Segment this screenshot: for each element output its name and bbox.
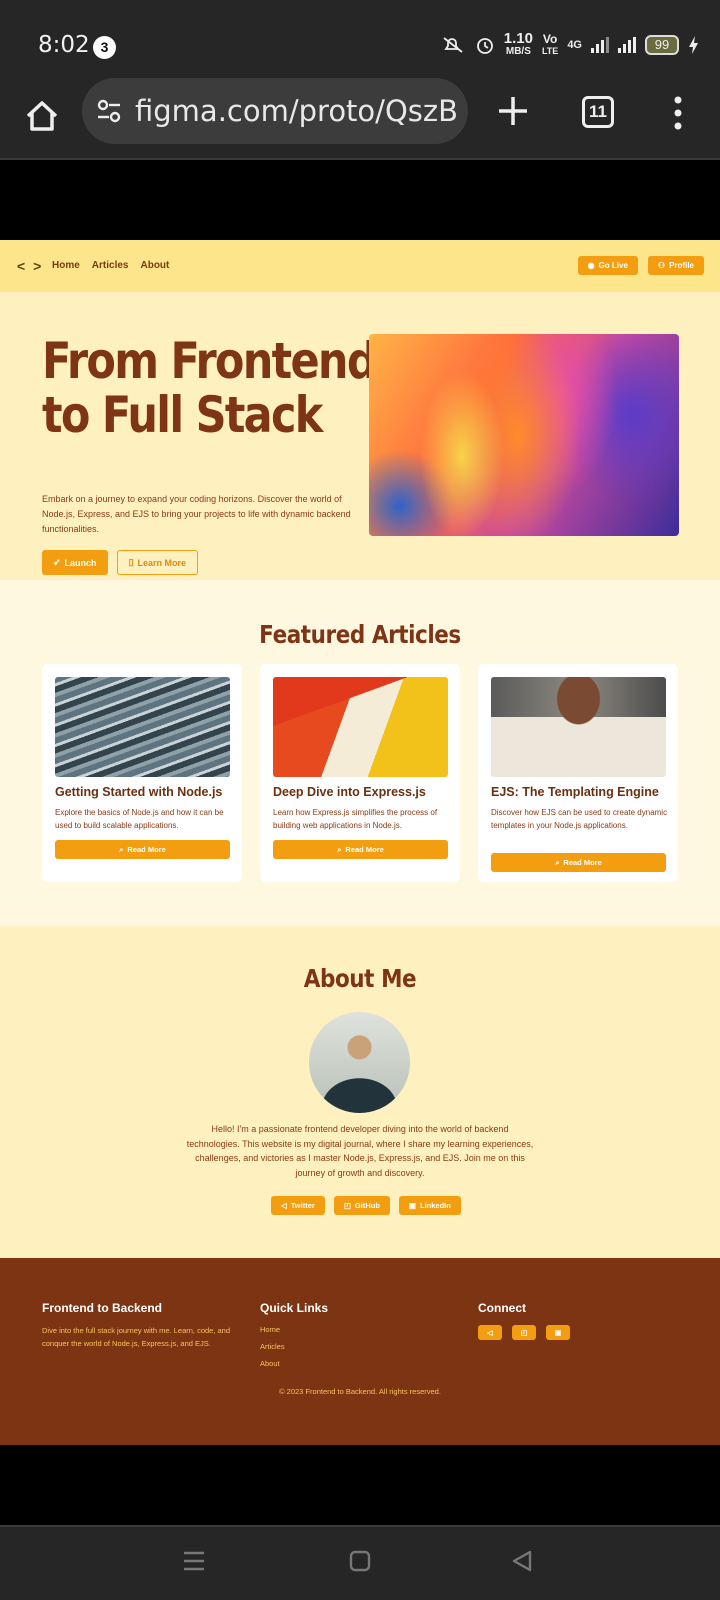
broadcast-icon: ◉ [587, 261, 595, 270]
mute-icon [443, 37, 463, 53]
article-description: Explore the basics of Node.js and how it… [55, 808, 224, 830]
footer-link-home[interactable]: Home [260, 1325, 328, 1334]
article-description: Discover how EJS can be used to create d… [491, 808, 668, 830]
hero-description: Embark on a journey to expand your codin… [42, 494, 351, 534]
go-live-button[interactable]: ◉ Go Live [577, 256, 638, 275]
search-icon: ⌕ [119, 844, 124, 854]
github-icon[interactable]: ◰ [512, 1325, 536, 1340]
profile-button[interactable]: ⚇ Profile [647, 256, 704, 275]
new-tab-icon[interactable] [496, 94, 530, 128]
article-image-newspaper [491, 677, 666, 777]
prototype-letterbox-top [0, 160, 720, 240]
linkedin-icon: ▣ [408, 1201, 416, 1210]
home-button-icon[interactable] [349, 1549, 371, 1573]
linkedin-icon[interactable]: ▣ [546, 1325, 570, 1340]
twitter-icon[interactable]: ◁ [478, 1325, 502, 1340]
signal-icon [591, 37, 609, 53]
site-footer: Frontend to Backend Dive into the full s… [0, 1258, 720, 1445]
user-icon: ⚇ [657, 261, 666, 270]
status-icons: 1.10 MB/S Vo LTE 4G 99 [440, 30, 700, 58]
footer-links-title: Quick Links [260, 1301, 329, 1315]
nav-link-articles[interactable]: Articles [92, 260, 129, 271]
article-image-water [55, 677, 230, 777]
status-time: 8:02 [38, 32, 90, 58]
address-bar[interactable]: figma.com/proto/QszB [82, 78, 468, 144]
nav-link-home[interactable]: Home [52, 260, 80, 271]
article-title[interactable]: Deep Dive into Express.js [273, 785, 453, 799]
prototype-page: < > Home Articles About ◉ Go Live ⚇ Profil… [0, 240, 720, 1445]
article-card: Getting Started with Node.js Explore the… [42, 664, 242, 882]
footer-link-about[interactable]: About [260, 1359, 328, 1368]
read-more-button[interactable]: ⌕ Read More [55, 840, 230, 859]
article-description: Learn how Express.js simplifies the proc… [273, 808, 438, 830]
footer-brand-desc: Dive into the full stack journey with me… [42, 1326, 231, 1348]
copyright: © 2023 Frontend to Backend. All rights r… [279, 1387, 441, 1396]
article-card: EJS: The Templating Engine Discover how … [478, 664, 678, 882]
nav-buttons: ◉ Go Live ⚇ Profile [577, 256, 704, 275]
hero-title: From Frontend to Full Stack [42, 332, 378, 444]
article-image-poster [273, 677, 448, 777]
footer-connect-title: Connect [478, 1301, 526, 1315]
search-icon: ⌕ [555, 857, 560, 867]
search-icon: ⌕ [337, 844, 342, 854]
footer-brand: Frontend to Backend Dive into the full s… [42, 1301, 242, 1350]
article-card: Deep Dive into Express.js Learn how Expr… [260, 664, 460, 882]
launch-button[interactable]: ➶ Launch [42, 550, 108, 575]
site-settings-icon[interactable] [96, 98, 122, 124]
system-navigation-bar [0, 1525, 720, 1600]
more-menu-icon[interactable] [674, 96, 682, 130]
home-icon[interactable] [22, 96, 62, 136]
hero-section: From Frontend to Full Stack Embark on a j… [0, 292, 720, 580]
url-text[interactable]: figma.com/proto/QszB [135, 94, 457, 128]
footer-quick-links: Quick Links Home Articles About [260, 1301, 328, 1376]
nav-links: Home Articles About [52, 260, 169, 271]
featured-articles-section: Featured Articles Getting Started with N… [0, 580, 720, 926]
learn-more-button[interactable]: ▯ Learn More [116, 550, 199, 575]
book-icon: ▯ [128, 557, 134, 567]
network-type: 4G [567, 39, 582, 51]
signal-icon-2 [618, 37, 636, 53]
nav-link-about[interactable]: About [140, 260, 169, 271]
notification-count-badge: 3 [93, 36, 116, 59]
site-navbar: < > Home Articles About ◉ Go Live ⚇ Profil… [0, 240, 720, 292]
footer-connect: Connect ◁ ◰ ▣ [478, 1301, 570, 1340]
network-speed: 1.10 MB/S [503, 30, 533, 57]
alarm-icon [476, 38, 493, 54]
footer-social-icons: ◁ ◰ ▣ [478, 1325, 570, 1340]
hero-abstract-image [369, 334, 679, 536]
featured-heading: Featured Articles [259, 620, 461, 649]
hero-actions: ➶ Launch ▯ Learn More [42, 550, 199, 575]
footer-brand-title: Frontend to Backend [42, 1301, 163, 1315]
twitter-button[interactable]: ◁ Twitter [271, 1196, 325, 1215]
about-heading: About Me [303, 964, 417, 993]
read-more-button[interactable]: ⌕ Read More [273, 840, 448, 859]
battery-icon: 99 [645, 35, 679, 55]
twitter-icon: ◁ [281, 1201, 287, 1210]
code-logo-icon[interactable]: < > [17, 258, 43, 274]
recent-apps-icon[interactable] [182, 1549, 206, 1573]
volte-indicator: Vo LTE [541, 32, 559, 56]
article-title[interactable]: Getting Started with Node.js [55, 785, 235, 799]
tab-switcher-button[interactable]: 11 [582, 96, 614, 128]
footer-link-articles[interactable]: Articles [260, 1342, 328, 1351]
about-bio: Hello! I'm a passionate frontend develop… [186, 1124, 534, 1178]
author-avatar [309, 1012, 410, 1113]
github-button[interactable]: ◰ GitHub [333, 1196, 390, 1215]
article-title[interactable]: EJS: The Templating Engine [491, 785, 671, 799]
linkedin-button[interactable]: ▣ LinkedIn [398, 1196, 461, 1215]
about-section: About Me Hello! I'm a passionate fronten… [0, 926, 720, 1258]
charging-icon [689, 36, 698, 54]
prototype-letterbox-bottom [0, 1445, 720, 1525]
github-icon: ◰ [343, 1201, 351, 1210]
rocket-icon: ➶ [53, 557, 61, 567]
browser-toolbar: figma.com/proto/QszB 11 [0, 78, 720, 160]
read-more-button[interactable]: ⌕ Read More [491, 853, 666, 872]
back-icon[interactable] [510, 1549, 534, 1573]
social-buttons: ◁ Twitter ◰ GitHub ▣ LinkedIn [271, 1196, 461, 1215]
status-bar: 8:02 3 1.10 MB/S Vo LTE 4G 99 [0, 0, 720, 78]
